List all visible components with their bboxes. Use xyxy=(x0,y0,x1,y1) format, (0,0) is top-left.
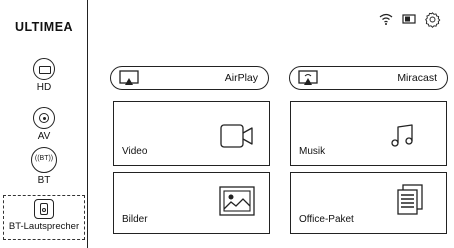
tile-pictures-label: Bilder xyxy=(122,214,148,225)
wifi-icon xyxy=(379,13,393,25)
tile-music-label: Musik xyxy=(299,146,326,157)
tile-office-label: Office-Paket xyxy=(299,214,354,225)
source-sidebar: ULTIMEA HD AV ((BT)) BT BT-Lautsprecher xyxy=(0,0,88,248)
tile-video[interactable]: Video xyxy=(113,101,270,166)
source-bt[interactable]: ((BT)) BT xyxy=(4,147,84,186)
miracast-label: Miracast xyxy=(397,72,437,84)
video-camera-icon xyxy=(220,124,253,148)
source-hd[interactable]: HD xyxy=(4,58,84,93)
airplay-button[interactable]: AirPlay xyxy=(110,66,269,90)
picture-icon xyxy=(219,186,255,216)
av-icon xyxy=(33,107,55,129)
source-bt-speaker-label: BT-Lautsprecher xyxy=(8,221,80,232)
miracast-icon xyxy=(298,70,318,85)
brand-logo: ULTIMEA xyxy=(14,20,74,34)
source-hd-label: HD xyxy=(36,82,52,93)
source-bt-speaker[interactable]: BT-Lautsprecher xyxy=(3,195,85,240)
bluetooth-icon: ((BT)) xyxy=(31,147,57,173)
source-av-label: AV xyxy=(37,131,51,142)
miracast-button[interactable]: Miracast xyxy=(289,66,448,90)
settings-icon[interactable] xyxy=(424,11,441,28)
tile-pictures[interactable]: Bilder xyxy=(113,172,270,234)
document-icon xyxy=(397,184,423,215)
music-note-icon xyxy=(391,124,413,147)
airplay-icon xyxy=(119,70,139,85)
source-bt-label: BT xyxy=(37,175,51,186)
card-icon xyxy=(402,14,416,24)
tile-office[interactable]: Office-Paket xyxy=(290,172,447,234)
speaker-icon xyxy=(34,199,54,219)
tile-video-label: Video xyxy=(122,146,148,157)
tile-music[interactable]: Musik xyxy=(290,101,447,166)
airplay-label: AirPlay xyxy=(224,72,258,84)
source-av[interactable]: AV xyxy=(4,107,84,142)
hdmi-icon xyxy=(33,58,55,80)
